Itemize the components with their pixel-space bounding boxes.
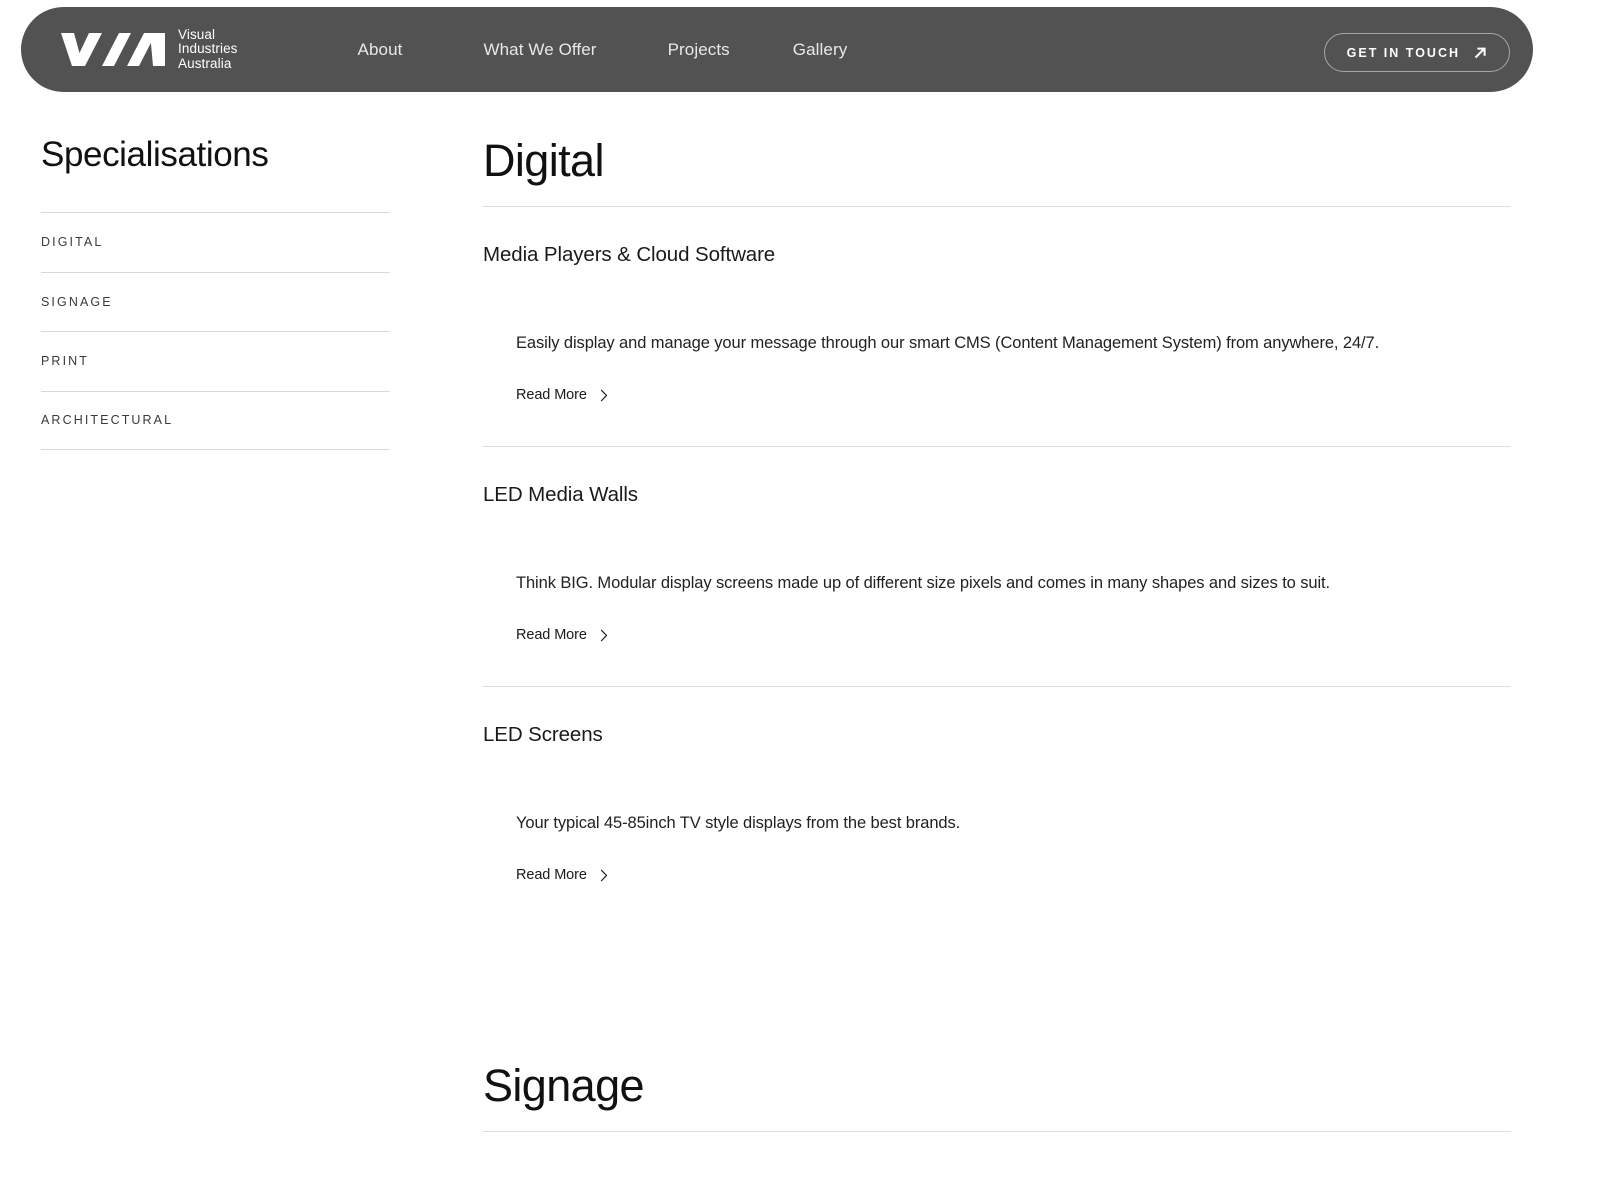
service-item: LED Screens Your typical 45-85inch TV st… <box>483 687 1511 884</box>
service-item: LED Media Walls Think BIG. Modular displ… <box>483 447 1511 686</box>
section-signage: Signage <box>483 1059 1511 1132</box>
sidebar-item-label: SIGNAGE <box>41 294 113 309</box>
service-body: Easily display and manage your message t… <box>483 267 1511 404</box>
read-more-label: Read More <box>516 867 587 883</box>
service-item: Media Players & Cloud Software Easily di… <box>483 207 1511 446</box>
sidebar-item-label: ARCHITECTURAL <box>41 413 174 428</box>
read-more-label: Read More <box>516 627 587 643</box>
arrow-up-right-icon <box>1474 47 1486 58</box>
read-more-link[interactable]: Read More <box>516 627 608 643</box>
get-in-touch-label: GET IN TOUCH <box>1346 45 1460 60</box>
page-title: Digital <box>483 135 604 186</box>
read-more-link[interactable]: Read More <box>516 867 608 883</box>
service-description: Think BIG. Modular display screens made … <box>516 574 1331 592</box>
nav-item-what-we-offer[interactable]: What We Offer <box>483 40 596 60</box>
chevron-right-icon <box>600 389 608 401</box>
brand-name: Visual Industries Australia <box>178 27 238 71</box>
specialisations-sidebar: Specialisations DIGITAL SIGNAGE PRINT AR… <box>41 134 390 450</box>
section-title-signage: Signage <box>483 1060 645 1111</box>
chevron-right-icon <box>600 629 608 641</box>
main-nav: About What We Offer Projects Gallery <box>358 40 848 60</box>
service-body: Your typical 45-85inch TV style displays… <box>483 747 1511 884</box>
section-divider <box>483 1131 1511 1132</box>
service-heading: LED Media Walls <box>483 483 638 506</box>
sidebar-title: Specialisations <box>41 135 269 174</box>
chevron-right-icon <box>600 869 608 881</box>
service-heading: LED Screens <box>483 723 603 746</box>
page-root: Visual Industries Australia About What W… <box>0 0 1600 1200</box>
via-logo-icon <box>61 32 165 66</box>
read-more-link[interactable]: Read More <box>516 387 608 403</box>
service-description: Easily display and manage your message t… <box>516 334 1380 352</box>
site-header: Visual Industries Australia About What W… <box>21 7 1533 92</box>
brand-logo[interactable]: Visual Industries Australia <box>61 28 238 71</box>
sidebar-item-print[interactable]: PRINT <box>41 331 390 391</box>
main-content: Digital Media Players & Cloud Software E… <box>483 134 1511 1132</box>
nav-item-gallery[interactable]: Gallery <box>793 40 848 60</box>
service-description: Your typical 45-85inch TV style displays… <box>516 814 961 832</box>
get-in-touch-button[interactable]: GET IN TOUCH <box>1323 33 1510 72</box>
sidebar-item-label: DIGITAL <box>41 235 104 250</box>
nav-item-projects[interactable]: Projects <box>668 40 730 60</box>
nav-item-about[interactable]: About <box>358 40 403 60</box>
section-digital: Digital Media Players & Cloud Software E… <box>483 134 1511 884</box>
sidebar-item-signage[interactable]: SIGNAGE <box>41 271 390 332</box>
service-body: Think BIG. Modular display screens made … <box>483 507 1511 644</box>
service-heading: Media Players & Cloud Software <box>483 243 776 266</box>
read-more-label: Read More <box>516 387 587 403</box>
sidebar-item-architectural[interactable]: ARCHITECTURAL <box>41 390 390 450</box>
sidebar-item-digital[interactable]: DIGITAL <box>41 212 390 272</box>
sidebar-item-label: PRINT <box>41 354 89 369</box>
